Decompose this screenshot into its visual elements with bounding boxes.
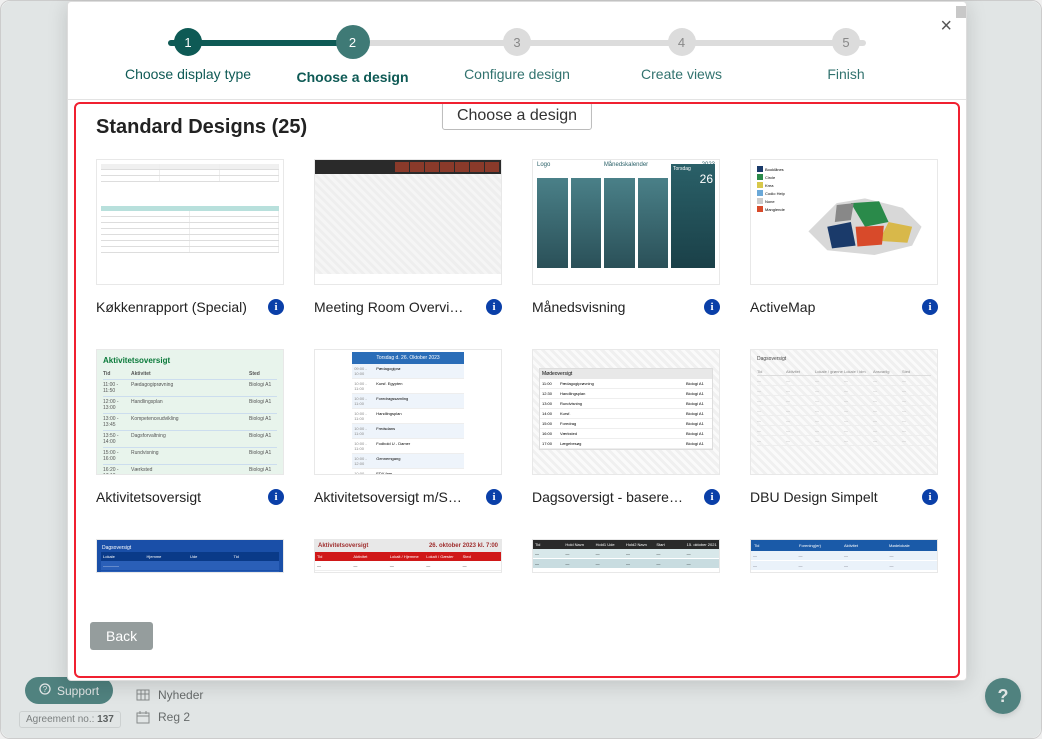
design-card[interactable]: Mødeoversigt 11:00PædagogiprøvningBiolog… [532,349,720,505]
design-title: Dagsoversigt - basere… [532,489,683,505]
design-thumbnail: Aktivitetsoversigt26. oktober 2023 kl. 7… [314,539,502,573]
step-label: Finish [827,66,864,82]
legend-item: Booklånes [765,167,784,172]
step-circle: 3 [503,28,531,56]
legend-item: Codio Help [765,191,785,196]
step-circle: 5 [832,28,860,56]
design-thumbnail: Dagsoversigt LokaleHjemmeUdeTid ———— ———… [96,539,284,573]
design-card[interactable]: LogoMånedskalender2023 Torsdag26 Månedsv… [532,159,720,315]
step-circle: 4 [668,28,696,56]
design-title: Aktivitetsoversigt [96,489,201,505]
step-5[interactable]: 5 Finish [766,28,926,85]
step-1[interactable]: 1 Choose display type [108,28,268,85]
step-label: Choose a design [296,69,408,85]
design-title: Meeting Room Overvi… [314,299,463,315]
design-title: Aktivitetsoversigt m/S… [314,489,462,505]
design-thumbnail [96,159,284,285]
page-background: Nyheder Reg 2 ? Support Agreement no.: 1… [0,0,1042,739]
thumb-title: Månedskalender [604,162,648,168]
design-title: ActiveMap [750,299,815,315]
design-thumbnail: LogoMånedskalender2023 Torsdag26 [532,159,720,285]
legend-item: Krea [765,183,773,188]
design-card[interactable]: Dagsoversigt TidAktivitetLokale / grønne… [750,349,938,505]
thumb-daynum: 26 [673,172,713,186]
step-label: Choose display type [125,66,251,82]
stepper-tooltip: Choose a design [442,102,592,130]
step-circle: 1 [174,28,202,56]
info-icon[interactable]: i [704,489,720,505]
legend-item: None [765,199,775,204]
design-title: Køkkenrapport (Special) [96,299,247,315]
thumb-title: Aktivitetsoversigt [103,356,277,365]
design-thumbnail: Dagsoversigt TidAktivitetLokale / grønne… [750,349,938,475]
design-thumbnail: TidForening(er)AktivitetMødelokale ———— … [750,539,938,573]
info-icon[interactable]: i [486,489,502,505]
design-thumbnail: TidHold NavnHold1 UdeHold2 NavnStart15. … [532,539,720,573]
step-4[interactable]: 4 Create views [602,28,762,85]
design-title: DBU Design Simpelt [750,489,878,505]
design-card[interactable]: Dagsoversigt LokaleHjemmeUdeTid ———— ———… [96,539,284,573]
info-icon[interactable]: i [922,489,938,505]
step-circle: 2 [336,25,370,59]
step-3[interactable]: 3 Configure design [437,28,597,85]
wizard-stepper: 1 Choose display type 2 Choose a design … [68,2,966,99]
info-icon[interactable]: i [486,299,502,315]
design-thumbnail: Torsdag d. 26. Oktober 2023 09:00 - 10:0… [314,349,502,475]
step-label: Configure design [464,66,570,82]
design-card[interactable]: Aktivitetsoversigt TidAktivitetSted 11:0… [96,349,284,505]
design-card[interactable]: TidForening(er)AktivitetMødelokale ———— … [750,539,938,573]
design-card[interactable]: Køkkenrapport (Special) i [96,159,284,315]
step-label: Create views [641,66,722,82]
thumb-title: Dagsoversigt [757,356,931,362]
step-2[interactable]: 2 Choose a design [273,28,433,85]
info-icon[interactable]: i [922,299,938,315]
design-grid: Køkkenrapport (Special) i Meeting Room O… [96,159,938,573]
design-thumbnail: Mødeoversigt 11:00PædagogiprøvningBiolog… [532,349,720,475]
design-card[interactable]: TidHold NavnHold1 UdeHold2 NavnStart15. … [532,539,720,573]
design-card[interactable]: Booklånes Circle Krea Codio Help None Ma… [750,159,938,315]
design-card[interactable]: Torsdag d. 26. Oktober 2023 09:00 - 10:0… [314,349,502,505]
info-icon[interactable]: i [268,299,284,315]
info-icon[interactable]: i [704,299,720,315]
info-icon[interactable]: i [268,489,284,505]
designs-content[interactable]: Standard Designs (25) [68,100,966,680]
design-card[interactable]: Meeting Room Overvi… i [314,159,502,315]
design-thumbnail: Aktivitetsoversigt TidAktivitetSted 11:0… [96,349,284,475]
design-title: Månedsvisning [532,299,625,315]
thumb-title: Aktivitetsoversigt [318,543,368,549]
legend-item: Manglende [765,207,785,212]
back-button[interactable]: Back [90,622,153,650]
thumb-logo: Logo [537,162,550,168]
design-thumbnail: Booklånes Circle Krea Codio Help None Ma… [750,159,938,285]
design-card[interactable]: Aktivitetsoversigt26. oktober 2023 kl. 7… [314,539,502,573]
design-wizard-modal: × 1 Choose display type 2 Choose a desig… [67,1,967,681]
legend-item: Circle [765,175,775,180]
design-thumbnail [314,159,502,285]
